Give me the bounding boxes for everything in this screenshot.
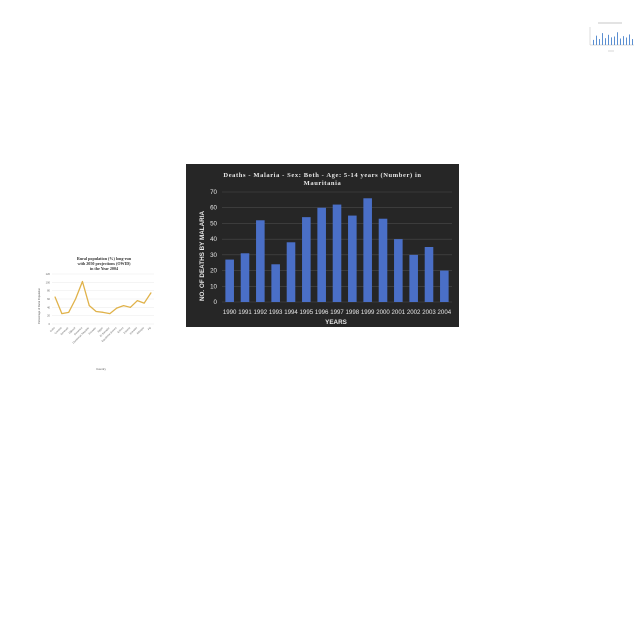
y-tick-label: 120 — [46, 272, 51, 276]
chart-title-line-1: Deaths - Malaria - Sex: Both - Age: 5-14… — [223, 172, 421, 179]
x-tick-label: 2000 — [376, 309, 390, 316]
bar — [256, 220, 265, 302]
mini-bar — [614, 36, 615, 45]
line-point — [129, 306, 131, 308]
y-tick-label: 10 — [210, 283, 217, 290]
x-tick-label: 1994 — [284, 309, 298, 316]
bar — [271, 264, 280, 302]
bar — [317, 207, 326, 302]
x-axis-label: Country — [96, 367, 106, 371]
line-point — [102, 311, 104, 313]
x-tick-label: 1992 — [254, 309, 268, 316]
mini-bar — [599, 39, 600, 45]
x-tick-label: 1998 — [346, 309, 360, 316]
x-tick-label: 1990 — [223, 309, 237, 316]
x-axis-label: YEARS — [325, 319, 347, 326]
y-tick-label: 50 — [210, 220, 217, 227]
mini-bar — [608, 34, 609, 45]
x-tick-label: 2004 — [438, 309, 452, 316]
line-point — [109, 313, 111, 315]
mini-bar-chart-thumbnail — [584, 20, 636, 54]
line-point — [143, 302, 145, 304]
bar — [363, 198, 372, 302]
mini-bar — [623, 36, 624, 45]
bar — [302, 217, 311, 302]
bar — [378, 218, 388, 302]
line-point — [81, 281, 83, 282]
line-point — [150, 292, 152, 294]
rural-chart-svg: Rural population (%) long-run with 2050 … — [34, 252, 158, 372]
bar — [424, 247, 434, 302]
bar — [409, 254, 418, 302]
x-tick-label: 1997 — [330, 309, 344, 316]
x-tick-label: 1999 — [361, 309, 375, 316]
x-tick-label: 1991 — [238, 309, 252, 316]
mini-bar — [626, 37, 627, 45]
y-tick-label: 30 — [210, 252, 217, 259]
mini-bar — [596, 35, 597, 45]
mini-bar — [611, 37, 612, 45]
y-tick-label: 0 — [214, 299, 218, 306]
line-point — [116, 307, 118, 309]
y-tick-label: 20 — [210, 268, 217, 275]
line-point — [95, 311, 97, 312]
mini-chart-svg — [589, 22, 634, 52]
line-point — [136, 300, 138, 302]
x-tick-label: 2002 — [407, 309, 421, 316]
bar — [286, 242, 296, 302]
mini-bar — [629, 34, 630, 45]
chart-title-line-2: Mauritania — [304, 180, 342, 187]
x-tick-label: 1996 — [315, 309, 329, 316]
y-axis-label: Percentage of Rural Population — [37, 287, 41, 324]
bar — [394, 239, 403, 302]
y-tick-label: 40 — [210, 236, 217, 243]
line-point — [61, 313, 63, 315]
x-tick-label: 2003 — [422, 309, 436, 316]
line-point — [123, 305, 125, 307]
mini-bar — [617, 32, 618, 45]
x-tick-label: 2001 — [392, 309, 406, 316]
y-axis-label: NO. OF DEATHS BY MALARIA — [199, 211, 206, 301]
mini-bar — [605, 38, 606, 45]
chart-title-line-3: in the Year 2004 — [90, 266, 118, 271]
rural-population-line-chart: Rural population (%) long-run with 2050 … — [34, 252, 158, 372]
line-point — [68, 311, 70, 313]
bar — [332, 204, 342, 302]
bar — [348, 215, 357, 302]
y-tick-label: 70 — [210, 189, 217, 196]
y-tick-label: 60 — [210, 205, 217, 212]
mini-bar-series — [593, 32, 633, 45]
x-tick-labels: 1990 1991 1992 1993 1994 1995 1996 1997 1998 1999… — [223, 309, 452, 316]
bar — [240, 253, 250, 302]
mini-bar — [602, 33, 603, 45]
line-point — [75, 298, 77, 300]
mini-bar — [593, 39, 594, 45]
y-tick-label: 100 — [46, 280, 51, 284]
x-tick-label: 1993 — [269, 309, 283, 316]
bar — [440, 270, 449, 302]
mini-bar — [620, 38, 621, 45]
mini-bar — [632, 39, 633, 45]
malaria-deaths-bar-chart: Deaths - Malaria - Sex: Both - Age: 5-14… — [186, 164, 459, 327]
malaria-chart-svg: Deaths - Malaria - Sex: Both - Age: 5-14… — [186, 164, 459, 327]
x-tick-label: 1995 — [300, 309, 314, 316]
line-point — [88, 305, 90, 307]
line-point — [54, 296, 56, 298]
bar — [225, 259, 234, 302]
